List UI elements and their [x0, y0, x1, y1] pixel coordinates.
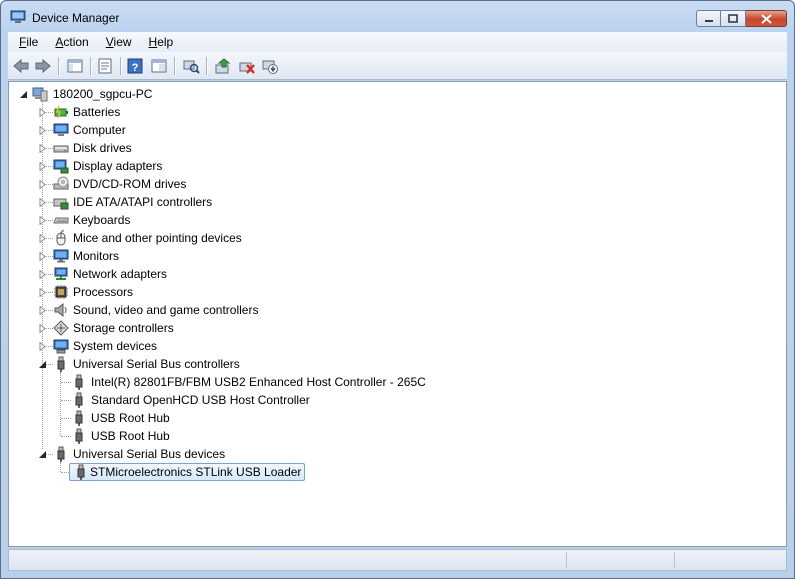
help-icon[interactable]: ? [126, 57, 144, 75]
expand-arrow-icon[interactable] [38, 270, 47, 279]
tree-category[interactable]: Processors [9, 283, 769, 301]
title-bar[interactable]: Device Manager [1, 1, 794, 33]
display-adapter-icon [53, 159, 69, 174]
tree-category[interactable]: Mice and other pointing devices [9, 229, 769, 247]
speaker-icon [54, 302, 67, 318]
tree-device-selected[interactable]: STMicroelectronics STLink USB Loader [9, 463, 769, 481]
usb-icon [77, 464, 85, 480]
device-tree[interactable]: 180200_sgpcu-PC Batteries Computer Disk … [8, 81, 787, 547]
menu-action[interactable]: Action [49, 32, 94, 52]
disk-drive-icon [53, 145, 69, 153]
tree-category-expanded[interactable]: Universal Serial Bus devices [9, 445, 769, 463]
expand-arrow-icon[interactable] [38, 126, 47, 135]
maximize-icon [728, 13, 738, 23]
tree-category[interactable]: Monitors [9, 247, 769, 265]
properties-icon[interactable] [96, 57, 114, 75]
ide-controller-icon [53, 198, 69, 210]
uninstall-icon[interactable] [238, 57, 256, 75]
expand-arrow-icon[interactable] [38, 342, 47, 351]
forward-icon[interactable] [34, 57, 52, 75]
tree-category[interactable]: Display adapters [9, 157, 769, 175]
computer-icon [53, 123, 69, 136]
collapse-arrow-icon[interactable] [19, 90, 28, 99]
minimize-button[interactable] [696, 10, 721, 27]
usb-icon [75, 374, 83, 390]
device-manager-app-icon [10, 10, 26, 23]
expand-arrow-icon[interactable] [38, 144, 47, 153]
toolbar: ? [8, 52, 787, 80]
tree-category[interactable]: Disk drives [9, 139, 769, 157]
menu-view[interactable]: View [100, 32, 138, 52]
expand-arrow-icon[interactable] [38, 324, 47, 333]
expand-arrow-icon[interactable] [38, 180, 47, 189]
mouse-icon [56, 230, 66, 246]
menu-bar: File Action View Help [8, 32, 787, 52]
tree-device[interactable]: Intel(R) 82801FB/FBM USB2 Enhanced Host … [9, 373, 769, 391]
tree-category[interactable]: Keyboards [9, 211, 769, 229]
collapse-arrow-icon[interactable] [38, 450, 47, 459]
tree-root[interactable]: 180200_sgpcu-PC [9, 85, 769, 103]
tree-category[interactable]: DVD/CD-ROM drives [9, 175, 769, 193]
tree-device[interactable]: USB Root Hub [9, 409, 769, 427]
usb-icon [57, 446, 65, 462]
expand-arrow-icon[interactable] [38, 162, 47, 171]
selected-device-label: STMicroelectronics STLink USB Loader [69, 463, 306, 481]
keyboard-icon [53, 217, 69, 224]
update-driver-icon[interactable] [214, 57, 232, 75]
usb-icon [75, 410, 83, 426]
status-bar [8, 549, 787, 571]
dvd-drive-icon [53, 176, 69, 190]
battery-icon [54, 105, 68, 119]
tree-category[interactable]: Computer [9, 121, 769, 139]
expand-arrow-icon[interactable] [38, 252, 47, 261]
maximize-button[interactable] [721, 10, 746, 27]
tree-category[interactable]: Storage controllers [9, 319, 769, 337]
computer-root-icon [32, 87, 48, 102]
tree-device[interactable]: Standard OpenHCD USB Host Controller [9, 391, 769, 409]
system-device-icon [53, 339, 69, 354]
usb-icon [75, 392, 83, 408]
tree-category[interactable]: Network adapters [9, 265, 769, 283]
collapse-arrow-icon[interactable] [38, 360, 47, 369]
tree-category-expanded[interactable]: Universal Serial Bus controllers [9, 355, 769, 373]
tree-device[interactable]: USB Root Hub [9, 427, 769, 445]
console-view-icon[interactable] [150, 57, 168, 75]
expand-arrow-icon[interactable] [38, 234, 47, 243]
menu-file[interactable]: File [13, 32, 44, 52]
network-adapter-icon [54, 267, 68, 280]
scan-hardware-icon[interactable] [182, 57, 200, 75]
storage-controller-icon [53, 320, 69, 336]
expand-arrow-icon[interactable] [38, 216, 47, 225]
minimize-icon [704, 19, 713, 22]
usb-icon [57, 356, 65, 372]
usb-icon [75, 428, 83, 444]
expand-arrow-icon[interactable] [38, 108, 47, 117]
back-icon[interactable] [12, 57, 30, 75]
window-title: Device Manager [32, 11, 120, 25]
disable-device-icon[interactable] [261, 57, 279, 75]
computer-name-label: 180200_sgpcu-PC [53, 87, 153, 101]
menu-help[interactable]: Help [143, 32, 180, 52]
expand-arrow-icon[interactable] [38, 288, 47, 297]
processor-icon [54, 285, 68, 299]
tree-category[interactable]: Batteries [9, 103, 769, 121]
tree-category[interactable]: System devices [9, 337, 769, 355]
expand-arrow-icon[interactable] [38, 306, 47, 315]
tree-category[interactable]: Sound, video and game controllers [9, 301, 769, 319]
svg-text:?: ? [132, 62, 139, 74]
monitor-icon [53, 249, 69, 263]
close-icon [760, 13, 772, 24]
close-button[interactable] [746, 10, 787, 27]
show-hide-console-tree-icon[interactable] [66, 57, 84, 75]
device-manager-window: Device Manager File Action View Help ? 1… [0, 0, 795, 579]
tree-category[interactable]: IDE ATA/ATAPI controllers [9, 193, 769, 211]
expand-arrow-icon[interactable] [38, 198, 47, 207]
